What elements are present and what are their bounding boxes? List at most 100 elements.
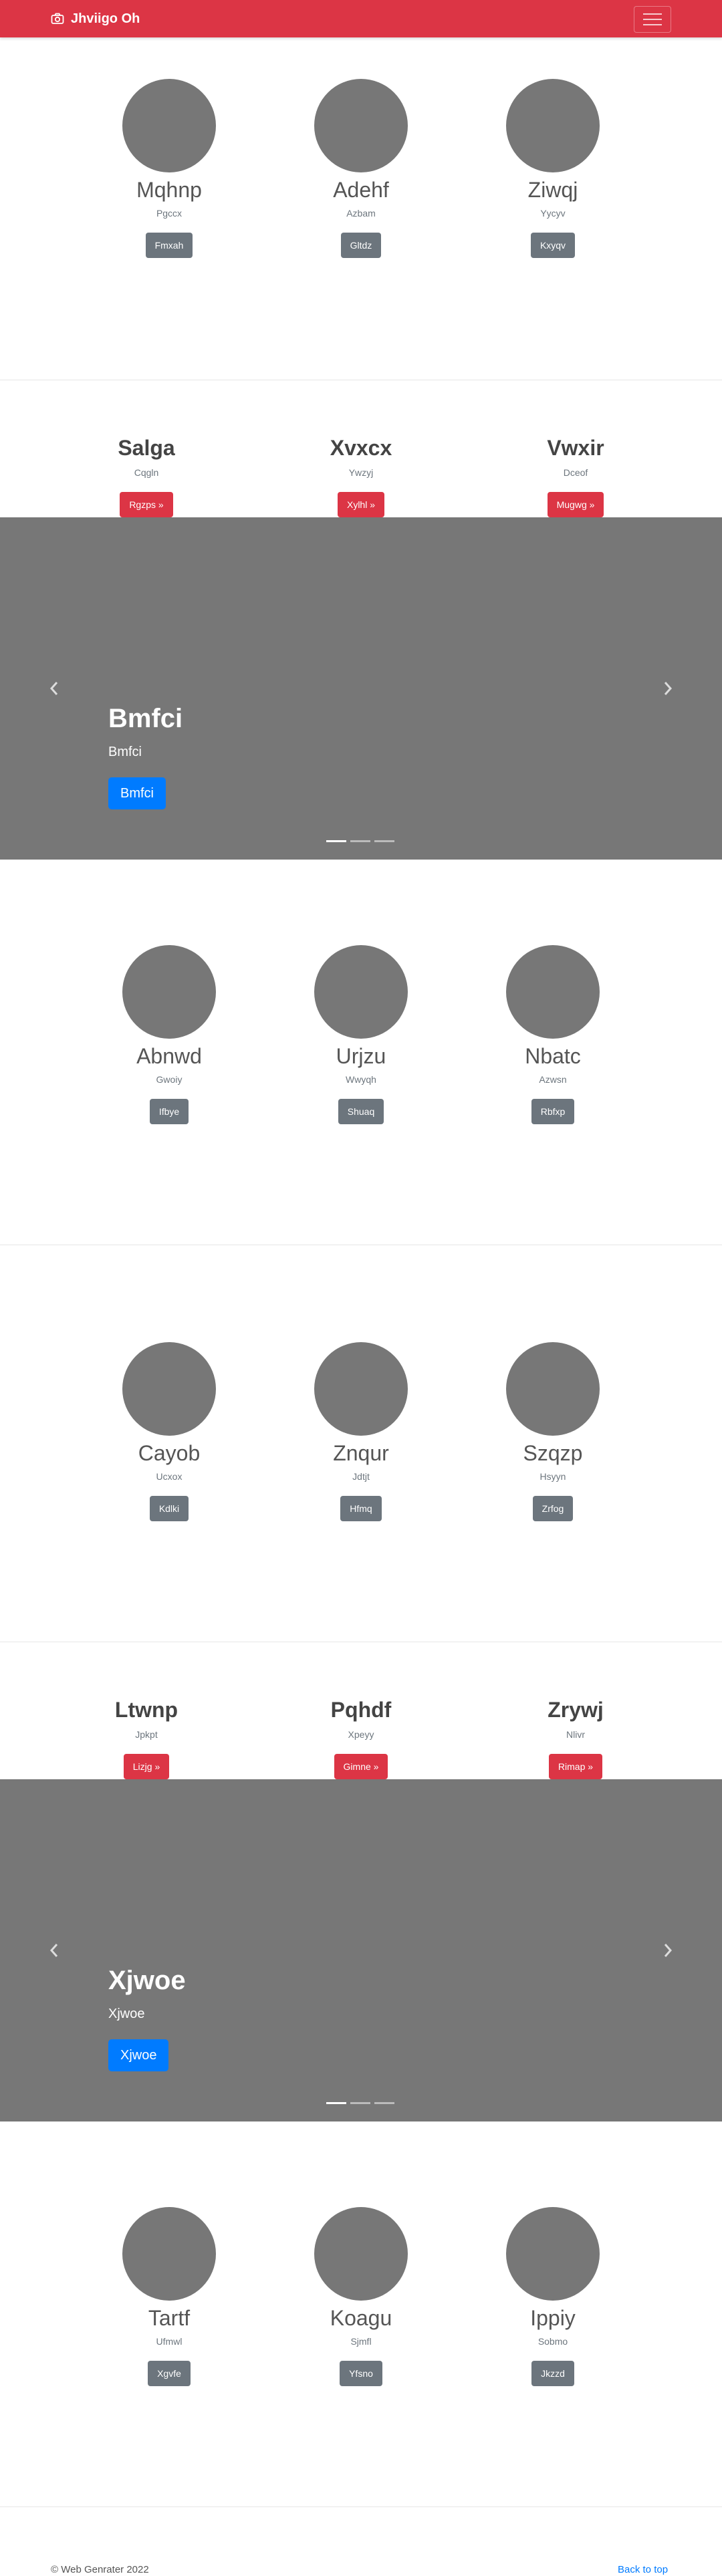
profile-button[interactable]: Ifbye bbox=[149, 1099, 189, 1124]
heading-card: Vwxir Dceof Mugwg » bbox=[475, 434, 676, 517]
avatar bbox=[314, 2207, 408, 2301]
profile-card: Ziwqj Yycyv Kxyqv bbox=[453, 79, 653, 258]
avatar bbox=[506, 1342, 600, 1436]
heading-subtitle: Ywzyj bbox=[348, 467, 374, 478]
heading-button[interactable]: Gimne » bbox=[334, 1754, 388, 1779]
heading-card: Salga Cqgln Rgzps » bbox=[46, 434, 247, 517]
profile-subtitle: Sobmo bbox=[537, 2336, 568, 2347]
heading-subtitle: Jpkpt bbox=[135, 1729, 158, 1740]
heading-card: Xvxcx Ywzyj Xylhl » bbox=[261, 434, 461, 517]
carousel-prev-button[interactable] bbox=[44, 675, 64, 702]
heading-title: Xvxcx bbox=[330, 436, 392, 460]
avatar bbox=[122, 79, 216, 172]
profile-name: Ziwqj bbox=[527, 178, 578, 202]
carousel-button[interactable]: Xjwoe bbox=[108, 2039, 169, 2071]
heading-title: Vwxir bbox=[547, 436, 604, 460]
carousel-indicator[interactable] bbox=[374, 2102, 394, 2104]
profile-button[interactable]: Zrfog bbox=[532, 1496, 574, 1521]
heading-button[interactable]: Lizjg » bbox=[123, 1754, 170, 1779]
carousel-indicator[interactable] bbox=[374, 840, 394, 842]
profile-card: Nbatc Azwsn Rbfxp bbox=[453, 945, 653, 1124]
profile-button[interactable]: Hfmq bbox=[340, 1496, 382, 1521]
carousel-prev-button[interactable] bbox=[44, 1937, 64, 1964]
profile-name: Cayob bbox=[138, 1441, 201, 1465]
profile-button[interactable]: Rbfxp bbox=[531, 1099, 575, 1124]
avatar bbox=[122, 945, 216, 1039]
profile-card: Szqzp Hsyyn Zrfog bbox=[453, 1342, 653, 1521]
profile-card: Adehf Azbam Gltdz bbox=[261, 79, 461, 258]
heading-card: Ltwnp Jpkpt Lizjg » bbox=[46, 1696, 247, 1779]
chevron-left-icon bbox=[49, 1944, 58, 1957]
profile-button[interactable]: Jkzzd bbox=[531, 2361, 574, 2386]
heading-title: Zrywj bbox=[548, 1698, 604, 1722]
carousel-subtitle: Bmfci bbox=[108, 745, 142, 759]
chevron-left-icon bbox=[49, 682, 58, 695]
profile-card: Cayob Ucxox Kdlki bbox=[69, 1342, 269, 1521]
profile-card: Mqhnp Pgccx Fmxah bbox=[69, 79, 269, 258]
profile-subtitle: Gwoiy bbox=[156, 1074, 183, 1085]
heading-button[interactable]: Rimap » bbox=[548, 1754, 603, 1779]
carousel-indicator[interactable] bbox=[350, 840, 370, 842]
profile-name: Tartf bbox=[148, 2306, 191, 2330]
carousel-caption: Xjwoe Xjwoe Xjwoe bbox=[108, 1964, 186, 2071]
profile-subtitle: Ucxox bbox=[156, 1471, 183, 1482]
carousel: Xjwoe Xjwoe Xjwoe bbox=[0, 1779, 722, 2121]
heading-card: Pqhdf Xpeyy Gimne » bbox=[261, 1696, 461, 1779]
carousel-indicator[interactable] bbox=[326, 840, 346, 842]
chevron-right-icon bbox=[664, 682, 673, 695]
profile-card: Ippiy Sobmo Jkzzd bbox=[453, 2207, 653, 2386]
avatar bbox=[506, 2207, 600, 2301]
carousel-title: Bmfci bbox=[108, 704, 183, 733]
profile-card: Koagu Sjmfl Yfsno bbox=[261, 2207, 461, 2386]
heading-button[interactable]: Mugwg » bbox=[547, 492, 604, 517]
avatar bbox=[314, 1342, 408, 1436]
profile-button[interactable]: Kxyqv bbox=[530, 233, 576, 258]
brand-label: Jhviigo Oh bbox=[71, 11, 140, 26]
avatar bbox=[506, 79, 600, 172]
profile-name: Adehf bbox=[333, 178, 389, 202]
footer-copyright: © Web Genrater 2022 bbox=[51, 2564, 149, 2575]
hamburger-menu-icon bbox=[643, 13, 662, 15]
profile-card: Tartf Ufmwl Xgvfe bbox=[69, 2207, 269, 2386]
profile-button[interactable]: Yfsno bbox=[340, 2361, 382, 2386]
back-to-top-link[interactable]: Back to top bbox=[618, 2564, 668, 2575]
avatar bbox=[122, 1342, 216, 1436]
avatar bbox=[506, 945, 600, 1039]
profile-subtitle: Ufmwl bbox=[156, 2336, 183, 2347]
heading-button[interactable]: Rgzps » bbox=[120, 492, 173, 517]
carousel-indicators bbox=[326, 2102, 394, 2104]
profile-button[interactable]: Gltdz bbox=[340, 233, 382, 258]
carousel-next-button[interactable] bbox=[658, 1937, 678, 1964]
profile-button[interactable]: Kdlki bbox=[149, 1496, 189, 1521]
brand-link[interactable]: Jhviigo Oh bbox=[51, 0, 140, 37]
profile-button[interactable]: Shuaq bbox=[338, 1099, 384, 1124]
carousel-indicator[interactable] bbox=[326, 2102, 346, 2104]
profile-subtitle: Pgccx bbox=[156, 208, 183, 219]
carousel: Bmfci Bmfci Bmfci bbox=[0, 517, 722, 860]
navbar-toggler-button[interactable] bbox=[634, 6, 671, 33]
profile-subtitle: Sjmfl bbox=[350, 2336, 372, 2347]
section-divider bbox=[0, 2506, 722, 2507]
heading-card: Zrywj Nlivr Rimap » bbox=[475, 1696, 676, 1779]
avatar bbox=[122, 2207, 216, 2301]
carousel-caption: Bmfci Bmfci Bmfci bbox=[108, 702, 183, 809]
carousel-indicator[interactable] bbox=[350, 2102, 370, 2104]
carousel-next-button[interactable] bbox=[658, 675, 678, 702]
profile-name: Abnwd bbox=[136, 1044, 202, 1068]
heading-subtitle: Cqgln bbox=[134, 467, 159, 478]
profile-name: Koagu bbox=[330, 2306, 392, 2330]
carousel-subtitle: Xjwoe bbox=[108, 2007, 145, 2021]
profile-name: Nbatc bbox=[525, 1044, 581, 1068]
profile-button[interactable]: Fmxah bbox=[145, 233, 193, 258]
camera-icon bbox=[51, 13, 64, 24]
footer: © Web Genrater 2022 Back to top bbox=[0, 2540, 722, 2576]
profile-button[interactable]: Xgvfe bbox=[148, 2361, 191, 2386]
heading-subtitle: Nlivr bbox=[566, 1729, 585, 1740]
carousel-button[interactable]: Bmfci bbox=[108, 777, 166, 809]
heading-subtitle: Xpeyy bbox=[348, 1729, 374, 1740]
heading-button[interactable]: Xylhl » bbox=[337, 492, 385, 517]
profile-name: Szqzp bbox=[523, 1441, 583, 1465]
profile-subtitle: Azbam bbox=[346, 208, 376, 219]
profile-card: Urjzu Wwyqh Shuaq bbox=[261, 945, 461, 1124]
chevron-right-icon bbox=[664, 1944, 673, 1957]
